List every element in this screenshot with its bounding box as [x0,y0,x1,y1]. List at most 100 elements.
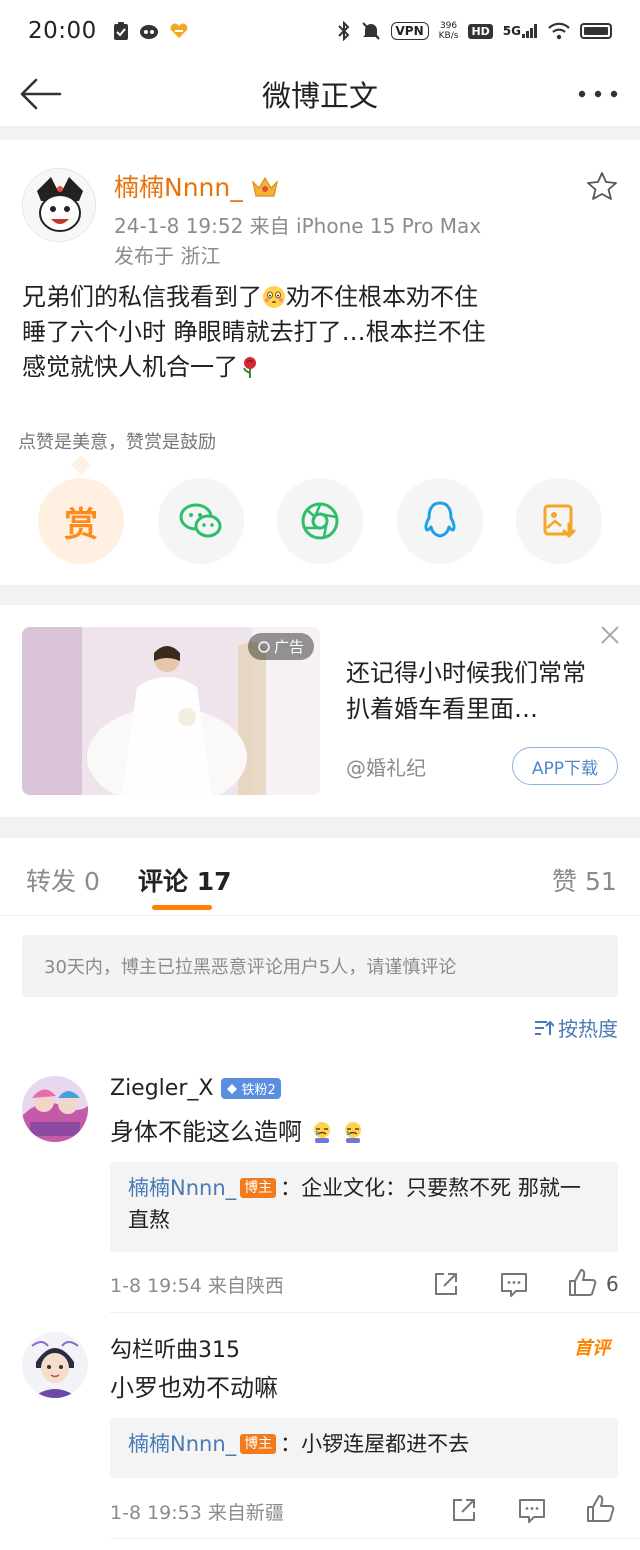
status-system-icons: VPN 396 KB/s HD 5G [337,21,612,41]
ad-source[interactable]: @婚礼纪 [346,752,426,781]
crying-emoji-icon [345,1122,362,1143]
commenter-avatar[interactable] [22,1076,88,1142]
comment-divider [110,1538,640,1539]
battery-icon [580,23,612,39]
vpn-badge: VPN [390,22,429,40]
sort-by-hot-button[interactable]: 按热度 [534,1013,618,1042]
diamond-icon [227,1083,238,1094]
reward-button[interactable]: 赏 [38,478,124,564]
status-bar: 20:00 VPN 396 KB/s HD 5G [0,0,640,62]
post-author-name: 楠楠Nnnn_ [114,173,243,202]
status-notification-icons [113,21,189,41]
active-tab-indicator [152,905,212,910]
avatar-image [22,1332,88,1398]
mute-bell-icon [361,22,380,40]
heart-app-icon [170,23,188,38]
vip-crown-icon [251,176,278,197]
signal-bars-icon [522,24,537,38]
post-line-3: 感觉就快人机合一了 [22,350,622,385]
blogger-badge: 博主 [240,1434,277,1454]
image-download-icon [543,504,576,539]
nav-bar: 微博正文 [0,62,640,126]
bluetooth-icon [337,21,349,41]
post-card: 楠楠Nnnn_ 24-1-8 19:52 来自 iPhone 15 Pro Ma… [0,140,640,585]
post-line-2: 睡了六个小时 睁眼睛就去打了…根本拦不住 [22,318,486,346]
tab-reposts[interactable]: 转发 0 [26,862,100,898]
ad-card[interactable]: 广告 还记得小时候我们常常扒着婚车看里面… @婚礼纪 APP下载 [0,605,640,817]
crying-emoji-icon [313,1122,330,1143]
interaction-tabs: 转发 0 评论 17 赞 51 [0,838,640,916]
hd-badge: HD [468,23,493,39]
share-wechat-button[interactable] [157,478,244,564]
post-timestamp-source: 24-1-8 19:52 来自 iPhone 15 Pro Max [114,214,482,238]
moments-aperture-icon [301,502,339,540]
post-location: 发布于 浙江 [114,244,221,268]
clipboard-icon [113,22,128,40]
commenter-avatar[interactable] [22,1332,88,1398]
comment-meta: 1-8 19:54 来自陕西 [110,1275,284,1297]
like-icon[interactable] [566,1267,598,1299]
rose-emoji-icon [243,357,256,378]
page-title: 微博正文 [261,79,378,113]
reward-tip: 点赞是美意，赞赏是鼓励 [18,432,216,453]
share-icon[interactable] [448,1494,480,1526]
flushed-face-emoji-icon [263,286,285,308]
avatar-image [22,1076,88,1142]
comment-notice: 30天内，博主已拉黑恶意评论用户5人，请谨慎评论 [22,935,618,997]
network-speed: 396 KB/s [438,21,459,41]
reply-author-name[interactable]: 楠楠Nnnn_ [128,1432,236,1456]
status-time: 20:00 [28,18,97,44]
comment-icon[interactable] [498,1268,530,1300]
section-divider [0,585,640,605]
ad-download-button[interactable]: APP下载 [512,747,618,785]
post-line-1: 兄弟们的私信我看到了 劝不住根本劝不住 [22,283,478,311]
ad-badge: 广告 [247,633,314,660]
avatar-image [23,169,95,241]
sort-icon [535,1020,554,1035]
app-face-icon [139,25,158,39]
tab-likes[interactable]: 赞 51 [552,862,617,898]
post-author-avatar[interactable] [22,168,96,242]
post-author[interactable]: 楠楠Nnnn_ [114,168,279,204]
wifi-icon [548,22,570,40]
comment-icon[interactable] [516,1494,548,1526]
reward-label: 赏 [64,504,98,545]
favorite-star-icon[interactable] [586,170,618,202]
ad-image[interactable]: 广告 [22,627,320,795]
save-image-button[interactable] [516,478,602,564]
comment-divider [110,1312,640,1313]
section-divider [0,126,640,140]
share-icon[interactable] [430,1268,462,1300]
tab-comments[interactable]: 评论 17 [138,862,232,898]
ad-close-icon[interactable] [600,625,620,645]
section-divider [0,817,640,838]
author-reply[interactable]: 楠楠Nnnn_ 博主 ：小锣连屋都进不去 [110,1418,618,1478]
fan-level-badge: 铁粉2 [221,1078,281,1099]
reward-tip-caret [71,455,91,475]
comment-meta: 1-8 19:53 来自新疆 [110,1502,284,1524]
reply-author-name[interactable]: 楠楠Nnnn_ [128,1176,236,1200]
ad-title[interactable]: 还记得小时候我们常常扒着婚车看里面… [346,655,606,727]
post-content: 兄弟们的私信我看到了 劝不住根本劝不住 睡了六个小时 睁眼睛就去打了…根本拦不住 … [22,280,622,385]
more-dots-icon [578,90,618,98]
signal-5g: 5G [503,24,538,38]
back-arrow-icon [20,78,62,110]
author-reply[interactable]: 楠楠Nnnn_ 博主 ：企业文化：只要熬不死 那就一直熬 [110,1162,618,1252]
comment-text: 小罗也劝不动嘛 [110,1374,278,1402]
reply-text: ：小锣连屋都进不去 [280,1432,470,1456]
share-actions: 赏 [38,478,602,564]
back-button[interactable] [16,70,64,118]
ad-indicator-icon [258,640,270,653]
commenter-name[interactable]: Ziegler_X 铁粉2 [110,1076,281,1101]
wechat-icon [179,503,221,538]
blogger-badge: 博主 [240,1178,277,1198]
more-options-button[interactable] [574,70,622,118]
comment-text: 身体不能这么造啊 [110,1112,365,1147]
first-comment-badge: 首评 [574,1338,610,1359]
share-qq-button[interactable] [396,478,483,564]
qq-penguin-icon [423,501,456,538]
commenter-name[interactable]: 勾栏听曲315 [110,1332,240,1364]
like-count: 6 [606,1272,619,1296]
like-icon[interactable] [584,1493,616,1525]
share-moments-button[interactable] [277,478,363,564]
